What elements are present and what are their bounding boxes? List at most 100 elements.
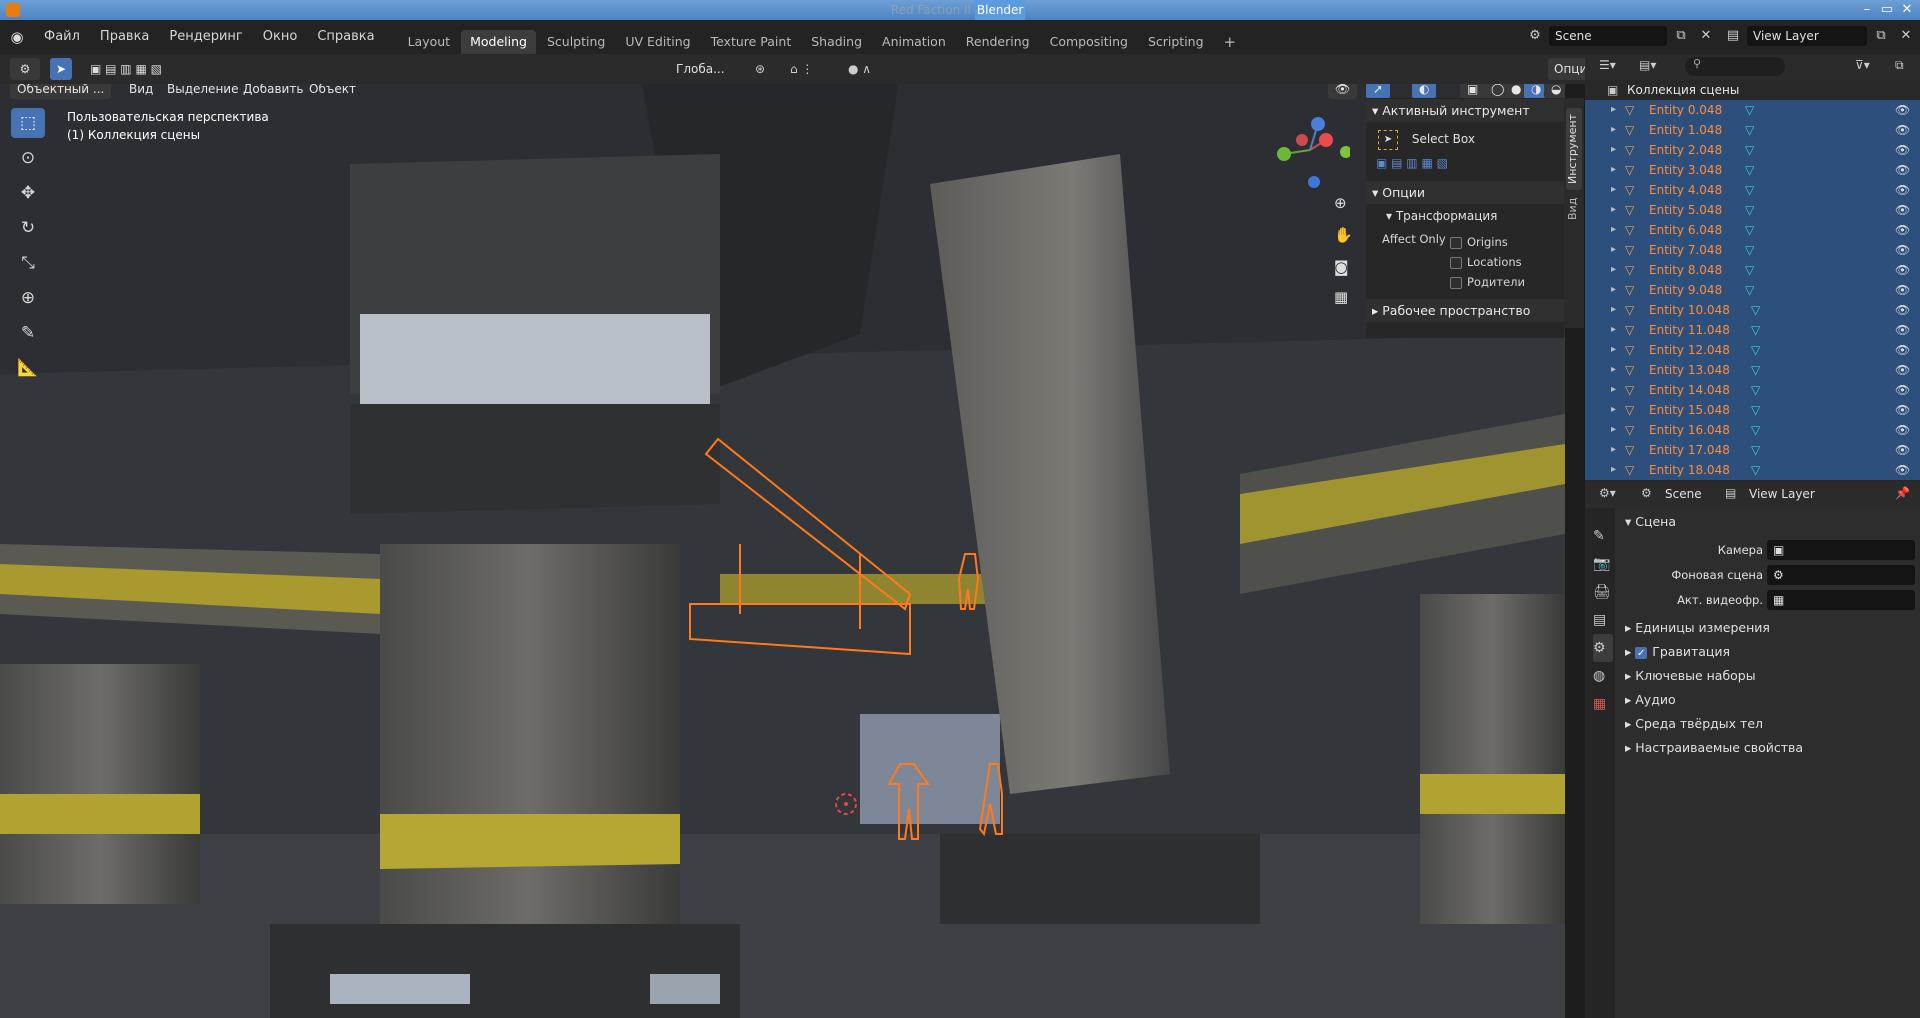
outliner-item[interactable]: ▸ ▽ Entity 15.048 ▽ 👁: [1585, 400, 1920, 420]
editor-type-icon[interactable]: ⚙: [10, 58, 40, 80]
maximize-icon[interactable]: ▭: [1878, 0, 1896, 20]
3d-viewport[interactable]: Объектный ... Вид Выделение Добавить Объ…: [0, 74, 1565, 1018]
outliner-item[interactable]: ▸ ▽ Entity 3.048 ▽ 👁: [1585, 160, 1920, 180]
outliner-item[interactable]: ▸ ▽ Entity 18.048 ▽ 👁: [1585, 460, 1920, 480]
new-scene-icon[interactable]: ⧉: [1670, 26, 1692, 46]
pin-icon[interactable]: 📌: [1895, 486, 1910, 500]
texture-tab-icon[interactable]: ▦: [1593, 690, 1615, 718]
select-box-tool-icon[interactable]: ⬚: [11, 108, 45, 138]
outliner-item[interactable]: ▸ ▽ Entity 1.048 ▽ 👁: [1585, 120, 1920, 140]
visibility-eye-icon[interactable]: 👁: [1895, 260, 1910, 280]
expand-arrow-icon[interactable]: ▸: [1611, 340, 1616, 360]
scale-tool-icon[interactable]: ⤡: [11, 248, 45, 278]
transform-orientation-dropdown[interactable]: Глоба...: [670, 58, 731, 80]
expand-arrow-icon[interactable]: ▸: [1611, 280, 1616, 300]
pivot-icon[interactable]: ⊛: [755, 58, 785, 80]
visibility-eye-icon[interactable]: 👁: [1895, 460, 1910, 480]
tab-layout[interactable]: Layout: [399, 30, 460, 54]
options-header[interactable]: ▾ Опции: [1366, 180, 1564, 204]
visibility-eye-icon[interactable]: 👁: [1895, 180, 1910, 200]
outliner-item[interactable]: ▸ ▽ Entity 2.048 ▽ 👁: [1585, 140, 1920, 160]
pan-hand-icon[interactable]: ✋: [1334, 226, 1353, 244]
active-clip-field[interactable]: ▦: [1767, 590, 1915, 610]
tab-view[interactable]: Вид: [1566, 194, 1582, 224]
tab-texture-paint[interactable]: Texture Paint: [702, 30, 801, 54]
visibility-eye-icon[interactable]: 👁: [1895, 100, 1910, 120]
tab-scripting[interactable]: Scripting: [1139, 30, 1213, 54]
filter-mode-icon[interactable]: ▤▾: [1639, 58, 1656, 72]
tab-shading[interactable]: Shading: [802, 30, 871, 54]
camera-field[interactable]: ▣: [1767, 540, 1915, 560]
visibility-eye-icon[interactable]: 👁: [1895, 200, 1910, 220]
proportional-edit-icon[interactable]: ● ∧: [848, 58, 888, 80]
visibility-eye-icon[interactable]: 👁: [1895, 160, 1910, 180]
world-tab-icon[interactable]: ◍: [1593, 662, 1615, 690]
expand-arrow-icon[interactable]: ▸: [1611, 440, 1616, 460]
outliner-item[interactable]: ▸ ▽ Entity 12.048 ▽ 👁: [1585, 340, 1920, 360]
visibility-eye-icon[interactable]: 👁: [1895, 240, 1910, 260]
visibility-eye-icon[interactable]: 👁: [1895, 220, 1910, 240]
tab-compositing[interactable]: Compositing: [1041, 30, 1137, 54]
gravity-checkbox[interactable]: ✓: [1635, 646, 1648, 659]
ortho-grid-icon[interactable]: ▦: [1334, 288, 1348, 306]
zoom-icon[interactable]: ⊕: [1334, 194, 1347, 212]
visibility-eye-icon[interactable]: 👁: [1895, 420, 1910, 440]
transform-subheader[interactable]: ▾ Трансформация: [1366, 204, 1564, 228]
bg-scene-field[interactable]: ⚙: [1767, 565, 1915, 585]
view-layer-tab-icon[interactable]: ▤: [1593, 606, 1615, 634]
rotate-tool-icon[interactable]: ↻: [11, 213, 45, 243]
tab-uv-editing[interactable]: UV Editing: [616, 30, 699, 54]
select-tool-icon[interactable]: ➤: [50, 58, 72, 80]
scene-subsection[interactable]: ▸ Аудио: [1625, 688, 1920, 712]
expand-arrow-icon[interactable]: ▸: [1611, 200, 1616, 220]
close-icon[interactable]: ✕: [1898, 0, 1916, 20]
add-workspace-icon[interactable]: +: [1215, 30, 1246, 54]
expand-arrow-icon[interactable]: ▸: [1611, 460, 1616, 480]
navigation-gizmo[interactable]: [1270, 110, 1350, 190]
cursor-tool-icon[interactable]: ⊙: [11, 143, 45, 173]
scene-icon[interactable]: ⚙: [1524, 26, 1546, 46]
filter-icon[interactable]: ⊽▾: [1855, 58, 1870, 72]
minimize-icon[interactable]: –: [1858, 0, 1876, 20]
annotate-tool-icon[interactable]: ✎: [11, 318, 45, 348]
output-tab-icon[interactable]: 🖨: [1593, 578, 1615, 606]
outliner-item[interactable]: ▸ ▽ Entity 17.048 ▽ 👁: [1585, 440, 1920, 460]
outliner-item[interactable]: ▸ ▽ Entity 6.048 ▽ 👁: [1585, 220, 1920, 240]
visibility-eye-icon[interactable]: 👁: [1895, 360, 1910, 380]
select-box-icon[interactable]: ➤: [1378, 129, 1398, 150]
tab-sculpting[interactable]: Sculpting: [538, 30, 614, 54]
measure-tool-icon[interactable]: 📐: [11, 353, 45, 383]
visibility-eye-icon[interactable]: 👁: [1895, 320, 1910, 340]
outliner-item[interactable]: ▸ ▽ Entity 7.048 ▽ 👁: [1585, 240, 1920, 260]
display-mode-icon[interactable]: ☰▾: [1599, 58, 1616, 72]
visibility-eye-icon[interactable]: 👁: [1895, 340, 1910, 360]
outliner-item[interactable]: ▸ ▽ Entity 4.048 ▽ 👁: [1585, 180, 1920, 200]
locations-checkbox[interactable]: Locations: [1450, 252, 1525, 272]
select-mode-icons[interactable]: ▣ ▤ ▥ ▦ ▧: [90, 58, 184, 80]
expand-arrow-icon[interactable]: ▸: [1611, 300, 1616, 320]
expand-arrow-icon[interactable]: ▸: [1611, 420, 1616, 440]
expand-arrow-icon[interactable]: ▸: [1611, 100, 1616, 120]
move-tool-icon[interactable]: ✥: [11, 178, 45, 208]
expand-arrow-icon[interactable]: ▸: [1611, 360, 1616, 380]
expand-arrow-icon[interactable]: ▸: [1611, 220, 1616, 240]
expand-arrow-icon[interactable]: ▸: [1611, 400, 1616, 420]
transform-tool-icon[interactable]: ⊕: [11, 283, 45, 313]
tab-tool[interactable]: Инструмент: [1566, 108, 1582, 190]
expand-arrow-icon[interactable]: ▸: [1611, 180, 1616, 200]
workspace-header[interactable]: ▸ Рабочее пространство: [1366, 298, 1564, 322]
parents-checkbox[interactable]: Родители: [1450, 272, 1525, 292]
new-collection-icon[interactable]: ⧉: [1895, 58, 1904, 73]
visibility-eye-icon[interactable]: 👁: [1895, 400, 1910, 420]
outliner-item[interactable]: ▸ ▽ Entity 5.048 ▽ 👁: [1585, 200, 1920, 220]
editor-type-icon[interactable]: ⚙▾: [1599, 486, 1616, 500]
search-icon[interactable]: ⚲: [1685, 57, 1785, 76]
outliner-item[interactable]: ▸ ▽ Entity 14.048 ▽ 👁: [1585, 380, 1920, 400]
expand-arrow-icon[interactable]: ▸: [1611, 260, 1616, 280]
visibility-eye-icon[interactable]: 👁: [1895, 300, 1910, 320]
new-view-layer-icon[interactable]: ⧉: [1870, 26, 1892, 46]
scene-section-header[interactable]: ▾ Сцена: [1625, 510, 1920, 534]
visibility-eye-icon[interactable]: 👁: [1895, 140, 1910, 160]
outliner-item[interactable]: ▸ ▽ Entity 0.048 ▽ 👁: [1585, 100, 1920, 120]
visibility-eye-icon[interactable]: 👁: [1895, 120, 1910, 140]
